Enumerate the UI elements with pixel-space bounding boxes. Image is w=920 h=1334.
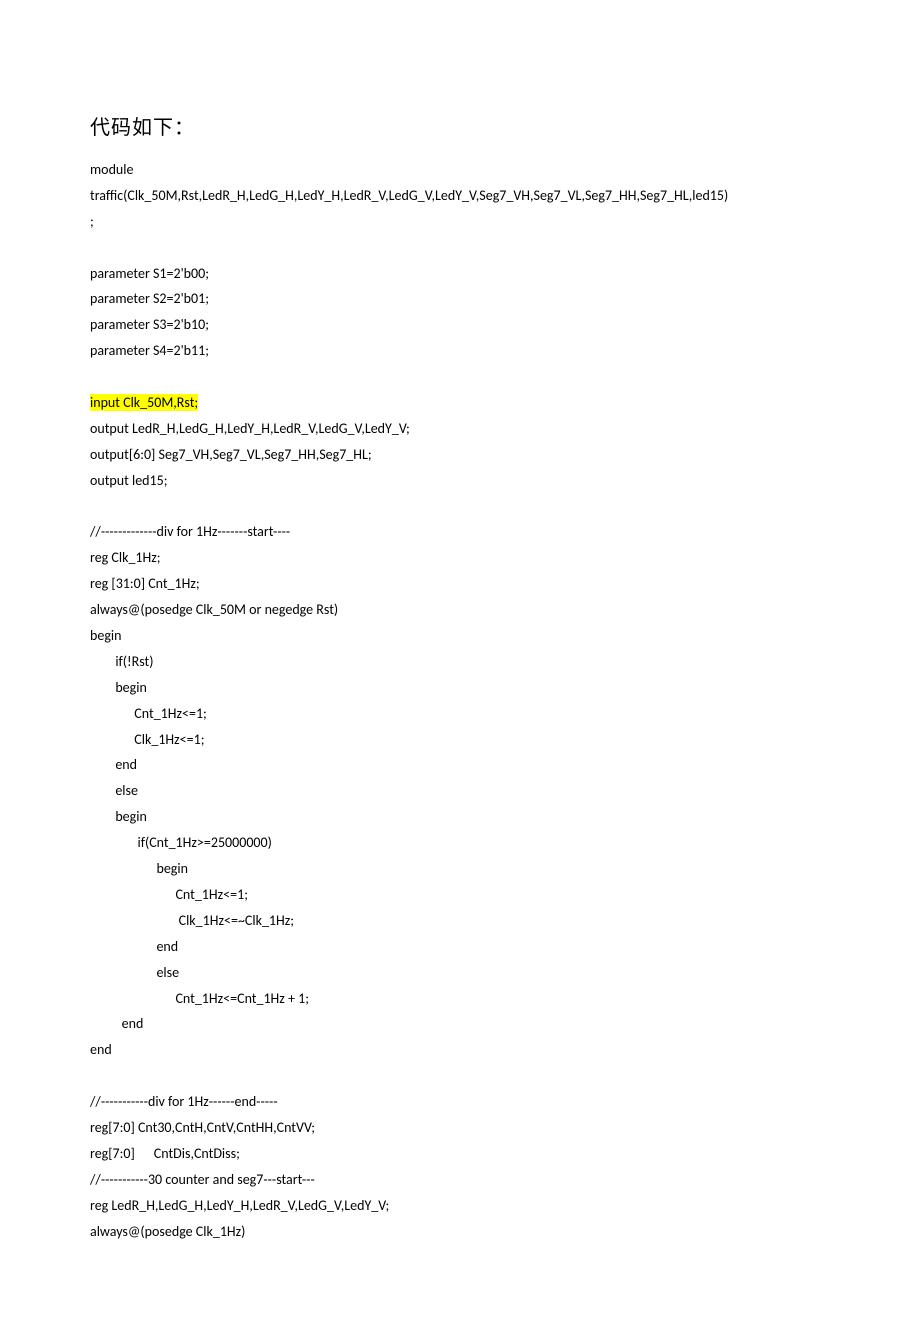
code-line: Cnt_1Hz<=1; [90, 882, 830, 908]
code-line: else [90, 778, 830, 804]
code-line: else [90, 960, 830, 986]
code-line: reg [31:0] Cnt_1Hz; [90, 571, 830, 597]
code-line: if(Cnt_1Hz>=25000000) [90, 830, 830, 856]
code-line: end [90, 1011, 830, 1037]
code-line: reg LedR_H,LedG_H,LedY_H,LedR_V,LedG_V,L… [90, 1193, 830, 1219]
page-heading: 代码如下： [90, 110, 830, 147]
code-line: input Clk_50M,Rst; [90, 390, 830, 416]
code-line: output[6:0] Seg7_VH,Seg7_VL,Seg7_HH,Seg7… [90, 442, 830, 468]
code-line: //-------------div for 1Hz-------start--… [90, 519, 830, 545]
code-line: output led15; [90, 468, 830, 494]
code-line: begin [90, 623, 830, 649]
code-line: Cnt_1Hz<=1; [90, 701, 830, 727]
code-line: Clk_1Hz<=1; [90, 727, 830, 753]
code-line [90, 235, 830, 261]
code-line [90, 1063, 830, 1089]
code-line: end [90, 752, 830, 778]
document-page: 代码如下： moduletraffic(Clk_50M,Rst,LedR_H,L… [0, 0, 920, 1334]
code-line [90, 494, 830, 520]
code-line: parameter S2=2'b01; [90, 286, 830, 312]
code-line: if(!Rst) [90, 649, 830, 675]
code-line: parameter S3=2'b10; [90, 312, 830, 338]
code-line: Clk_1Hz<=~Clk_1Hz; [90, 908, 830, 934]
code-line: reg[7:0] CntDis,CntDiss; [90, 1141, 830, 1167]
code-line: begin [90, 675, 830, 701]
code-line: always@(posedge Clk_1Hz) [90, 1219, 830, 1245]
code-line: traffic(Clk_50M,Rst,LedR_H,LedG_H,LedY_H… [90, 183, 830, 209]
code-line: module [90, 157, 830, 183]
code-line: reg Clk_1Hz; [90, 545, 830, 571]
code-line: Cnt_1Hz<=Cnt_1Hz + 1; [90, 986, 830, 1012]
code-line: parameter S4=2'b11; [90, 338, 830, 364]
code-line: begin [90, 856, 830, 882]
code-line: reg[7:0] Cnt30,CntH,CntV,CntHH,CntVV; [90, 1115, 830, 1141]
code-line: always@(posedge Clk_50M or negedge Rst) [90, 597, 830, 623]
code-line: end [90, 1037, 830, 1063]
code-line: end [90, 934, 830, 960]
code-line: output LedR_H,LedG_H,LedY_H,LedR_V,LedG_… [90, 416, 830, 442]
code-line: parameter S1=2'b00; [90, 261, 830, 287]
code-line: begin [90, 804, 830, 830]
code-line: ; [90, 209, 830, 235]
highlighted-text: input Clk_50M,Rst; [90, 394, 198, 411]
code-line: //-----------div for 1Hz------end----- [90, 1089, 830, 1115]
code-line: //-----------30 counter and seg7---start… [90, 1167, 830, 1193]
code-block: moduletraffic(Clk_50M,Rst,LedR_H,LedG_H,… [90, 157, 830, 1244]
code-line [90, 364, 830, 390]
